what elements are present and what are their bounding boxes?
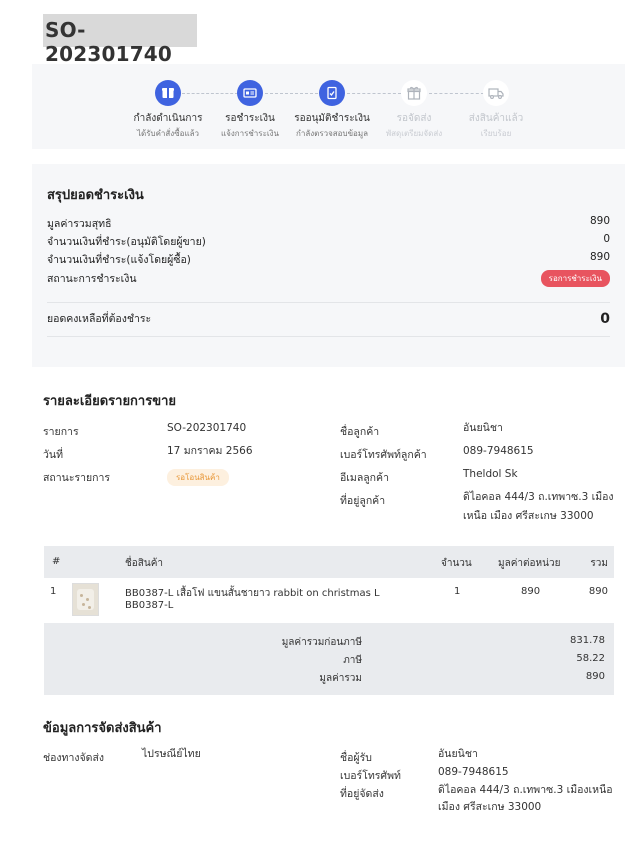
customer-phone-label: เบอร์โทรศัพท์ลูกค้า bbox=[340, 449, 427, 461]
column-header-total: รวม bbox=[590, 558, 608, 569]
sale-details-heading: รายละเอียดรายการขาย bbox=[43, 394, 177, 409]
grand-total-value: 890 bbox=[585, 671, 605, 682]
gift-box-icon bbox=[401, 80, 427, 106]
paid-notified-value: 890 bbox=[589, 251, 610, 263]
row-total: 890 bbox=[588, 586, 608, 597]
balance-value: 0 bbox=[600, 311, 610, 327]
shipping-phone-value: 089-7948615 bbox=[438, 766, 509, 778]
paid-approved-value: 0 bbox=[603, 233, 610, 245]
payment-summary-panel: สรุปยอดชำระเงิน มูลค่ารวมสุทธิ 890 จำนวน… bbox=[32, 164, 625, 367]
product-name: BB0387-L เสื้อโฟ แขนสั้นชายาว rabbit on … bbox=[125, 588, 380, 599]
column-header-name: ชื่อสินค้า bbox=[125, 558, 164, 569]
subtotal-label: มูลค่ารวมก่อนภาษี bbox=[281, 637, 362, 648]
payment-status-row: สถานะการชำระเงิน รอการชำระเงิน bbox=[47, 270, 610, 287]
order-progress-tracker: กำลังดำเนินการ ได้รับคำสั่งซื้อแล้ว รอชำ… bbox=[32, 64, 625, 149]
shipping-heading: ข้อมูลการจัดส่งสินค้า bbox=[43, 721, 162, 736]
paid-approved-label: จำนวนเงินที่ชำระ(อนุมัติโดยผู้ขาย) bbox=[47, 236, 206, 248]
item-label: รายการ bbox=[43, 426, 79, 438]
product-sku: BB0387-L bbox=[125, 600, 174, 611]
step-sublabel: เรียบร้อย bbox=[480, 129, 512, 138]
order-status-label: สถานะรายการ bbox=[43, 472, 111, 484]
tax-label: ภาษี bbox=[343, 655, 362, 666]
net-total-value: 890 bbox=[589, 215, 610, 227]
recipient-value: อันยนิชา bbox=[438, 748, 478, 760]
customer-address-label: ที่อยู่ลูกค้า bbox=[340, 495, 386, 507]
column-header-index: # bbox=[52, 556, 61, 567]
item-value: SO-202301740 bbox=[167, 422, 247, 434]
payment-card-icon bbox=[237, 80, 263, 106]
box-icon bbox=[155, 80, 181, 106]
row-index: 1 bbox=[50, 586, 57, 597]
paid-notified-row: จำนวนเงินที่ชำระ(แจ้งโดยผู้ซื้อ) 890 bbox=[47, 251, 610, 268]
payment-status-badge: รอการชำระเงิน bbox=[540, 270, 610, 287]
order-title: SO-202301740 bbox=[43, 14, 197, 66]
progress-step-shipped: ส่งสินค้าแล้ว เรียบร้อย bbox=[446, 80, 546, 140]
divider bbox=[47, 302, 610, 303]
grand-total-label: มูลค่ารวม bbox=[319, 673, 362, 684]
table-row[interactable]: 1 BB0387-L เสื้อโฟ แขนสั้นชายาว rabbit o… bbox=[44, 578, 614, 623]
customer-address-line1: ดิไอคอล 444/3 ถ.เทพาซ.3 เมือง bbox=[463, 491, 614, 503]
shipping-channel-value: ไปรษณีย์ไทย bbox=[142, 748, 201, 760]
balance-row: ยอดคงเหลือที่ต้องชำระ bbox=[47, 310, 610, 327]
payment-status-label: สถานะการชำระเงิน bbox=[47, 273, 137, 285]
order-status-badge: รอโอนสินค้า bbox=[167, 469, 229, 486]
date-label: วันที่ bbox=[43, 449, 63, 461]
balance-label: ยอดคงเหลือที่ต้องชำระ bbox=[47, 313, 152, 325]
items-totals: มูลค่ารวมก่อนภาษี 831.78 ภาษี 58.22 มูลค… bbox=[44, 623, 614, 695]
items-table-header: # ชื่อสินค้า จำนวน มูลค่าต่อหน่วย รวม bbox=[44, 546, 614, 578]
paid-notified-label: จำนวนเงินที่ชำระ(แจ้งโดยผู้ซื้อ) bbox=[47, 254, 191, 266]
column-header-unit-price: มูลค่าต่อหน่วย bbox=[498, 558, 561, 569]
paid-approved-row: จำนวนเงินที่ชำระ(อนุมัติโดยผู้ขาย) 0 bbox=[47, 233, 610, 250]
subtotal-value: 831.78 bbox=[570, 635, 605, 646]
customer-address-line2: เหนือ เมือง ศรีสะเกษ 33000 bbox=[463, 510, 594, 522]
document-check-icon bbox=[319, 80, 345, 106]
shipping-channel-label: ช่องทางจัดส่ง bbox=[43, 752, 105, 764]
shipping-phone-label: เบอร์โทรศัพท์ bbox=[340, 770, 401, 782]
customer-name-value: อันยนิชา bbox=[463, 422, 503, 434]
date-value: 17 มกราคม 2566 bbox=[167, 445, 253, 457]
customer-email-value: Theldol Sk bbox=[463, 468, 518, 480]
customer-phone-value: 089-7948615 bbox=[463, 445, 534, 457]
recipient-label: ชื่อผู้รับ bbox=[340, 752, 372, 764]
divider bbox=[47, 336, 610, 337]
net-total-label: มูลค่ารวมสุทธิ bbox=[47, 218, 112, 230]
shipping-address-label: ที่อยู่จัดส่ง bbox=[340, 788, 384, 800]
shipping-address-line2: เมือง ศรีสะเกษ 33000 bbox=[438, 801, 542, 813]
column-header-qty: จำนวน bbox=[441, 558, 472, 569]
step-label: ส่งสินค้าแล้ว bbox=[468, 113, 524, 124]
product-thumbnail bbox=[72, 583, 99, 616]
net-total-row: มูลค่ารวมสุทธิ 890 bbox=[47, 215, 610, 232]
payment-summary-heading: สรุปยอดชำระเงิน bbox=[47, 188, 144, 203]
customer-name-label: ชื่อลูกค้า bbox=[340, 426, 380, 438]
row-qty: 1 bbox=[454, 586, 461, 597]
customer-email-label: อีเมลลูกค้า bbox=[340, 472, 389, 484]
row-unit-price: 890 bbox=[521, 586, 541, 597]
truck-icon bbox=[483, 80, 509, 106]
tax-value: 58.22 bbox=[576, 653, 605, 664]
